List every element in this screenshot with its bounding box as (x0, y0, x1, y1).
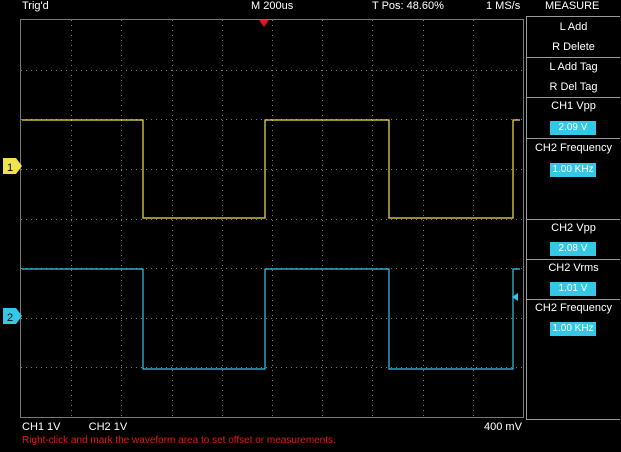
oscilloscope-screen: Trig'd M 200us T Pos: 48.60% 1 MS/s MEAS… (0, 0, 621, 452)
measurement-label: CH1 Vpp (551, 100, 596, 112)
measurement-value: 1.00 KHz (550, 322, 596, 336)
measurement-ch2-frequency-2[interactable]: CH2 Frequency 1.00 KHz (526, 299, 620, 420)
add-tag-label: L Add Tag (549, 61, 598, 73)
svg-text:2: 2 (7, 312, 13, 324)
hint-text: Right-click and mark the waveform area t… (22, 435, 336, 446)
add-delete-button[interactable]: L Add R Delete (526, 16, 620, 57)
measurement-label: CH2 Vrms (548, 262, 599, 274)
measurement-value: 1.01 V (550, 282, 596, 296)
measurement-ch2-vrms[interactable]: CH2 Vrms 1.01 V (526, 259, 620, 299)
delete-label: R Delete (552, 41, 595, 53)
ch2-scale: CH2 1V (88, 421, 128, 433)
measurement-label: CH2 Frequency (534, 142, 613, 154)
measure-panel: L Add R Delete L Add Tag R Del Tag CH1 V… (526, 16, 621, 420)
ch1-marker[interactable]: 1 (3, 158, 22, 174)
channel-scale-status: CH1 1V CH2 1V (22, 421, 127, 433)
measurement-ch2-frequency[interactable]: CH2 Frequency 1.00 KHz (526, 138, 620, 219)
measurement-label: CH2 Vpp (551, 222, 596, 234)
measurement-ch1-vpp[interactable]: CH1 Vpp 2.09 V (526, 97, 620, 138)
ch1-scale: CH1 1V (22, 421, 61, 433)
delete-tag-label: R Del Tag (549, 81, 598, 93)
measurement-label: CH2 Frequency (534, 302, 613, 314)
svg-text:1: 1 (7, 162, 13, 174)
cursor-scale-readout: 400 mV (484, 421, 522, 433)
measurement-value: 2.08 V (550, 242, 596, 256)
add-tag-button[interactable]: L Add Tag R Del Tag (526, 57, 620, 97)
add-label: L Add (559, 21, 588, 33)
measurement-value: 2.09 V (550, 121, 596, 135)
ch2-marker[interactable]: 2 (3, 308, 22, 324)
measurement-value: 1.00 KHz (550, 163, 596, 177)
measurement-ch2-vpp[interactable]: CH2 Vpp 2.08 V (526, 219, 620, 259)
trigger-position-marker[interactable] (259, 20, 269, 27)
